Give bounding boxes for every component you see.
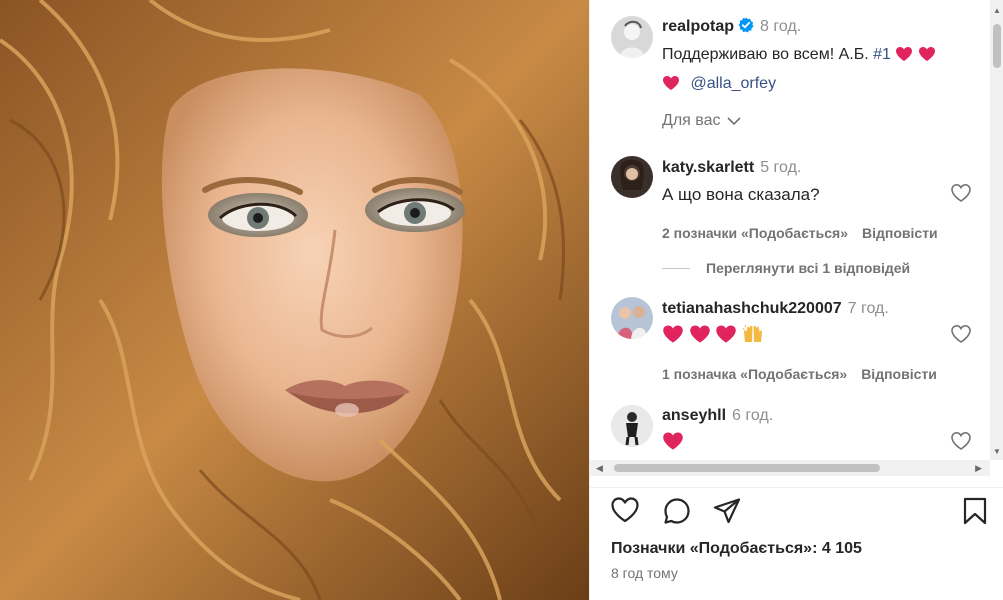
caption-mention[interactable]: @alla_orfey xyxy=(690,75,776,92)
chevron-down-icon xyxy=(726,117,741,126)
post-time: 8 год. xyxy=(760,18,802,35)
vertical-scrollbar[interactable]: ▲ ▼ xyxy=(990,0,1003,460)
horizontal-scroll-thumb[interactable] xyxy=(614,464,880,472)
comment-username[interactable]: tetianahashchuk220007 xyxy=(662,300,842,317)
comment-header: tetianahashchuk220007 7 год. xyxy=(662,300,889,318)
commenter-avatar-image xyxy=(611,156,653,198)
commenter-avatar[interactable] xyxy=(611,297,653,339)
post-actions-bar xyxy=(610,496,990,528)
post-photo xyxy=(0,0,589,600)
comment-emoji-row xyxy=(662,324,764,349)
comment-like-button[interactable] xyxy=(950,183,972,208)
commenter-avatar[interactable] xyxy=(611,405,653,447)
comment-likes-count[interactable]: 1 позначка «Подобається» xyxy=(662,366,847,382)
caption-hashtag[interactable]: #1 xyxy=(873,46,891,63)
comment-time: 7 год. xyxy=(847,300,889,317)
comment-button[interactable] xyxy=(662,496,692,531)
caption-text: Поддерживаю во всем! А.Б. xyxy=(662,46,869,63)
verified-badge-icon xyxy=(738,16,754,42)
scroll-right-arrow-icon[interactable]: ▶ xyxy=(975,463,982,474)
share-button[interactable] xyxy=(712,496,742,531)
comment-header: katy.skarlett 5 год. xyxy=(662,159,801,177)
for-you-label: Для вас xyxy=(662,112,721,129)
vertical-scroll-thumb[interactable] xyxy=(993,24,1001,68)
comments-area[interactable]: realpotap 8 год. Поддерживаю во всем! А.Б… xyxy=(590,0,1003,487)
red-heart-emoji xyxy=(662,431,684,456)
comment-like-button[interactable] xyxy=(950,431,972,456)
red-heart-emoji xyxy=(689,324,711,349)
comment-meta: 2 позначки «Подобається» Відповісти xyxy=(662,225,938,241)
replies-divider-line xyxy=(662,267,690,269)
comment-username[interactable]: anseyhll xyxy=(662,407,726,424)
caption-header: realpotap 8 год. xyxy=(662,14,972,42)
view-replies-label: Переглянути всі 1 відповідей xyxy=(706,260,911,276)
comment-icon xyxy=(664,498,690,524)
heart-outline-icon xyxy=(951,324,971,343)
for-you-dropdown[interactable]: Для вас xyxy=(662,112,741,130)
save-button[interactable] xyxy=(962,496,988,531)
view-replies-button[interactable]: Переглянути всі 1 відповідей xyxy=(662,260,910,276)
commenter-avatar-image xyxy=(611,297,653,339)
scroll-up-arrow-icon[interactable]: ▲ xyxy=(993,6,1001,15)
heart-outline-icon xyxy=(611,497,639,523)
post-panel: realpotap 8 год. Поддерживаю во всем! А.Б… xyxy=(589,0,1003,600)
red-heart-emoji xyxy=(662,74,680,100)
heart-outline-icon xyxy=(951,183,971,202)
red-heart-emoji xyxy=(918,45,936,71)
actions-divider xyxy=(590,487,1003,488)
heart-outline-icon xyxy=(951,431,971,450)
comment-like-button[interactable] xyxy=(950,324,972,349)
author-avatar-image xyxy=(611,16,653,58)
caption-body: Поддерживаю во всем! А.Б. #1 @alla_orfey xyxy=(662,42,972,100)
commenter-avatar[interactable] xyxy=(611,156,653,198)
comment-username[interactable]: katy.skarlett xyxy=(662,159,754,176)
portrait-illustration xyxy=(0,0,589,600)
comment-time: 6 год. xyxy=(732,407,774,424)
post-likes-count[interactable]: Позначки «Подобається»: 4 105 xyxy=(611,540,862,558)
comment-header: anseyhll 6 год. xyxy=(662,407,773,425)
comment-meta: 1 позначка «Подобається» Відповісти xyxy=(662,366,937,382)
horizontal-scrollbar[interactable]: ◀ ▶ xyxy=(590,460,990,476)
red-heart-emoji xyxy=(715,324,737,349)
like-button[interactable] xyxy=(610,496,640,529)
scroll-left-arrow-icon[interactable]: ◀ xyxy=(596,463,603,474)
reply-button[interactable]: Відповісти xyxy=(861,366,937,382)
raising-hands-emoji xyxy=(742,324,764,349)
comment-time: 5 год. xyxy=(760,159,802,176)
post-caption: realpotap 8 год. Поддерживаю во всем! А.Б… xyxy=(662,14,972,100)
commenter-avatar-image xyxy=(611,405,653,447)
share-paper-plane-icon xyxy=(713,498,741,524)
red-heart-emoji xyxy=(895,45,913,71)
author-username[interactable]: realpotap xyxy=(662,18,734,35)
post-timestamp: 8 год тому xyxy=(611,565,678,581)
bookmark-icon xyxy=(963,497,987,525)
red-heart-emoji xyxy=(662,324,684,349)
scroll-down-arrow-icon[interactable]: ▼ xyxy=(993,447,1001,456)
comment-emoji-row xyxy=(662,431,684,456)
comment-text: А що вона сказала? xyxy=(662,185,820,204)
reply-button[interactable]: Відповісти xyxy=(862,225,938,241)
comment-likes-count[interactable]: 2 позначки «Подобається» xyxy=(662,225,848,241)
author-avatar[interactable] xyxy=(611,16,653,58)
